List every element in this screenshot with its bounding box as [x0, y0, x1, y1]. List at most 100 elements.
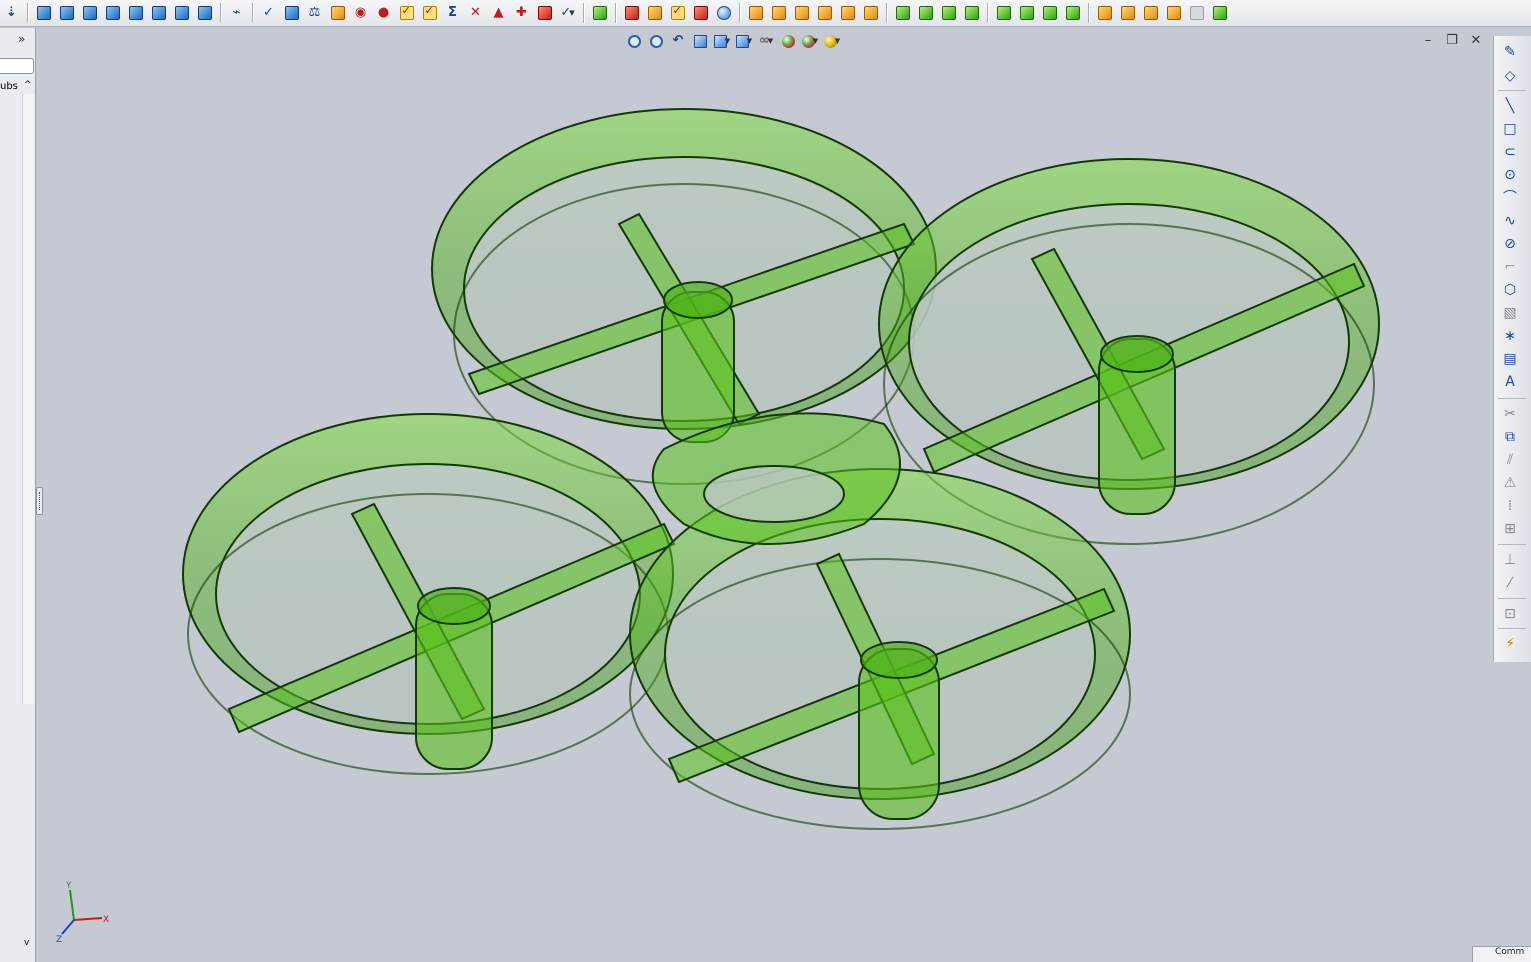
view-normal-icon[interactable] — [194, 3, 215, 24]
panel-splitter[interactable] — [36, 487, 43, 515]
equations-icon[interactable]: Σ — [442, 3, 463, 24]
cavity-icon[interactable] — [1163, 3, 1184, 24]
scrollbar[interactable] — [22, 94, 35, 704]
graphics-viewport[interactable] — [44, 54, 1484, 934]
sketch-picture-icon[interactable]: ▧ — [1499, 303, 1521, 323]
relations-icon[interactable]: ⊥ — [1499, 550, 1521, 570]
statistics-icon[interactable]: ● — [373, 3, 394, 24]
view-front-icon[interactable] — [33, 3, 54, 24]
convert-entities-icon[interactable]: ⧉ — [1499, 427, 1521, 447]
view-back-icon[interactable] — [56, 3, 77, 24]
command-manager-tab[interactable]: Comm — [1472, 946, 1531, 962]
ok-icon[interactable] — [667, 3, 688, 24]
green-check-icon[interactable] — [993, 3, 1014, 24]
draft-analysis-icon[interactable]: ▲ — [488, 3, 509, 24]
offset-icon[interactable]: ⫽ — [1499, 450, 1521, 470]
zoom-to-fit-icon[interactable] — [624, 31, 644, 51]
loft-icon[interactable] — [837, 3, 858, 24]
cylinder-icon[interactable] — [1140, 3, 1161, 24]
mass-props-icon[interactable]: ⚖ — [304, 3, 325, 24]
tree-item-label[interactable]: ubs — [0, 81, 18, 92]
line-icon[interactable]: ╲ — [1499, 96, 1521, 116]
linear-pattern-icon[interactable]: ⁞ — [1499, 496, 1521, 516]
restore-button[interactable]: ❐ — [1444, 33, 1460, 48]
display-style-icon[interactable]: ▼ — [734, 31, 754, 51]
rapid-sketch-icon[interactable]: ⚡ — [1499, 634, 1521, 654]
view-iso-icon[interactable] — [171, 3, 192, 24]
hide-show-icon[interactable]: ∞ ▼ — [756, 31, 776, 51]
scroll-up-button[interactable]: ^ — [24, 80, 32, 90]
cone-icon[interactable] — [1117, 3, 1138, 24]
previous-view-icon[interactable]: ↶ — [668, 31, 688, 51]
appearance-icon[interactable] — [644, 3, 665, 24]
fillet-icon[interactable]: ⌐ — [1499, 257, 1521, 277]
spline-icon[interactable]: ∿ — [1499, 211, 1521, 231]
filter-field[interactable] — [0, 58, 34, 74]
geometry-check-icon[interactable] — [419, 3, 440, 24]
view-left-icon[interactable] — [79, 3, 100, 24]
sketch-toolbar: ✎ ◇ ╲ □ ⊂ ⊙ ⌒ ∿ ⊘ ⌐ ⬡ ▧ ∗ ▤ A ✂ ⧉ ⫽ ⚠ ⁞ … — [1493, 36, 1531, 662]
link-icon[interactable]: ⌁ — [226, 3, 247, 24]
ellipse-icon[interactable]: ⊘ — [1499, 234, 1521, 254]
part-icon[interactable] — [1062, 3, 1083, 24]
view-right-icon[interactable] — [102, 3, 123, 24]
sensor-icon[interactable]: ◉ — [350, 3, 371, 24]
centerline-icon[interactable]: ▤ — [1499, 349, 1521, 369]
deviation-icon[interactable]: ✕ — [465, 3, 486, 24]
move-icon[interactable]: ⊞ — [1499, 519, 1521, 539]
text-icon[interactable]: A — [1499, 372, 1521, 392]
sketch-icon[interactable]: ✎ — [1499, 42, 1521, 62]
smart-dimension-icon[interactable]: ◇ — [1499, 66, 1521, 86]
table-icon[interactable] — [589, 3, 610, 24]
minimize-button[interactable]: – — [1420, 33, 1436, 48]
green-arrow-icon[interactable] — [1016, 3, 1037, 24]
parting-line-icon[interactable] — [534, 3, 555, 24]
mold-icon[interactable] — [791, 3, 812, 24]
arrow-down-icon[interactable]: ⇣ — [1, 3, 22, 24]
edit-appearance-icon[interactable] — [778, 31, 798, 51]
measure-icon[interactable] — [281, 3, 302, 24]
gear-orange-icon[interactable] — [1094, 3, 1115, 24]
sphere-render-icon[interactable] — [713, 3, 734, 24]
tooling-icon[interactable] — [1209, 3, 1230, 24]
plane-icon[interactable] — [915, 3, 936, 24]
triad-y-label: Y — [65, 881, 72, 891]
rotate-icon[interactable] — [961, 3, 982, 24]
section-view-icon[interactable] — [690, 31, 710, 51]
trim-icon[interactable]: ✂ — [1499, 404, 1521, 424]
point-icon[interactable]: ∗ — [1499, 326, 1521, 346]
quick-snaps-icon[interactable]: ⊡ — [1499, 604, 1521, 624]
scene-icon[interactable]: ▼ — [800, 31, 820, 51]
folder-icon[interactable] — [745, 3, 766, 24]
undercut-icon[interactable]: ✚ — [511, 3, 532, 24]
view-top-icon[interactable] — [125, 3, 146, 24]
polygon-icon[interactable]: ⬡ — [1499, 280, 1521, 300]
stack-icon[interactable] — [1039, 3, 1060, 24]
thickness-icon[interactable]: ✓ ▼ — [557, 3, 578, 24]
view-orientation-icon[interactable]: ▼ — [712, 31, 732, 51]
drone-frame-model[interactable] — [182, 108, 1380, 830]
circle-icon[interactable]: ⊙ — [1499, 165, 1521, 185]
zoom-area-icon[interactable] — [646, 31, 666, 51]
close-button[interactable]: ✕ — [1468, 33, 1484, 48]
spell-check-icon[interactable]: ✓ — [258, 3, 279, 24]
copy-icon[interactable] — [768, 3, 789, 24]
view-bottom-icon[interactable] — [148, 3, 169, 24]
scroll-down-button[interactable]: v — [24, 938, 29, 948]
sweep-icon[interactable] — [814, 3, 835, 24]
check-icon[interactable] — [396, 3, 417, 24]
rectangle-icon[interactable]: □ — [1499, 119, 1521, 139]
surface-icon[interactable] — [892, 3, 913, 24]
repair-icon[interactable]: ⁄ — [1499, 573, 1521, 593]
arc-icon[interactable]: ⌒ — [1499, 188, 1521, 208]
y-split-icon[interactable] — [860, 3, 881, 24]
expand-panel-button[interactable]: » — [18, 32, 25, 46]
slot-icon[interactable]: ⊂ — [1499, 142, 1521, 162]
mirror-icon[interactable]: ⚠ — [1499, 473, 1521, 493]
view-settings-icon[interactable]: ▼ — [822, 31, 842, 51]
material-icon[interactable] — [690, 3, 711, 24]
section-props-icon[interactable] — [327, 3, 348, 24]
blank-icon[interactable] — [1186, 3, 1207, 24]
photoview-icon[interactable] — [621, 3, 642, 24]
scale-icon[interactable] — [938, 3, 959, 24]
